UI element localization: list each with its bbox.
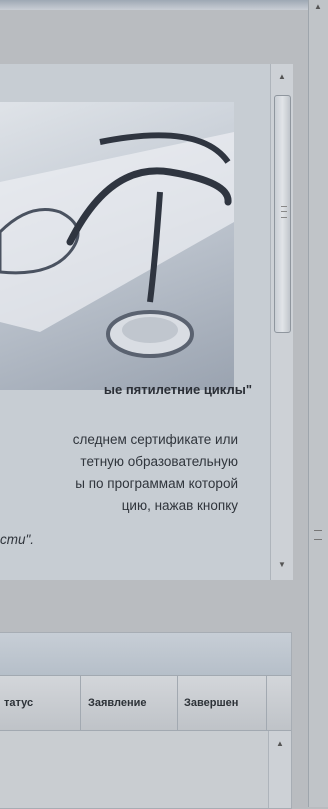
grid-scrollbar[interactable]: ▲ <box>268 731 291 808</box>
paragraph-line-4: цию, нажав кнопку <box>121 498 238 513</box>
column-completed[interactable]: Завершен <box>184 676 238 730</box>
panel-scrollbar[interactable]: ▲ ▼ <box>270 64 293 580</box>
grid-header: татус Заявление Завершен <box>0 676 291 731</box>
column-status[interactable]: татус <box>4 676 33 730</box>
info-panel: ые пятилетние циклы" следнем сертификате… <box>0 64 270 580</box>
window-top-strip <box>0 0 328 10</box>
paragraph-line-3: ы по программам которой <box>75 476 238 491</box>
stethoscope-glasses-photo <box>0 102 234 390</box>
column-application[interactable]: Заявление <box>88 676 147 730</box>
scrollbar-thumb[interactable] <box>274 95 291 333</box>
section-heading: ые пятилетние циклы" <box>103 382 252 397</box>
up-arrow-icon[interactable]: ▲ <box>269 739 291 753</box>
up-arrow-icon[interactable]: ▲ <box>308 2 328 16</box>
up-arrow-icon[interactable]: ▲ <box>271 72 293 86</box>
grid-title-bar <box>0 633 291 676</box>
paragraph-line-2: тетную образовательную <box>80 454 238 469</box>
page-scrollbar[interactable]: ▲ <box>308 0 328 807</box>
grid-body <box>0 731 268 808</box>
paragraph-italic-tail: сти". <box>0 532 35 547</box>
page-scroll-grip[interactable] <box>314 530 322 540</box>
applications-grid: татус Заявление Завершен ▲ <box>0 632 292 809</box>
down-arrow-icon[interactable]: ▼ <box>271 560 293 574</box>
paragraph-line-1: следнем сертификате или <box>72 432 238 447</box>
